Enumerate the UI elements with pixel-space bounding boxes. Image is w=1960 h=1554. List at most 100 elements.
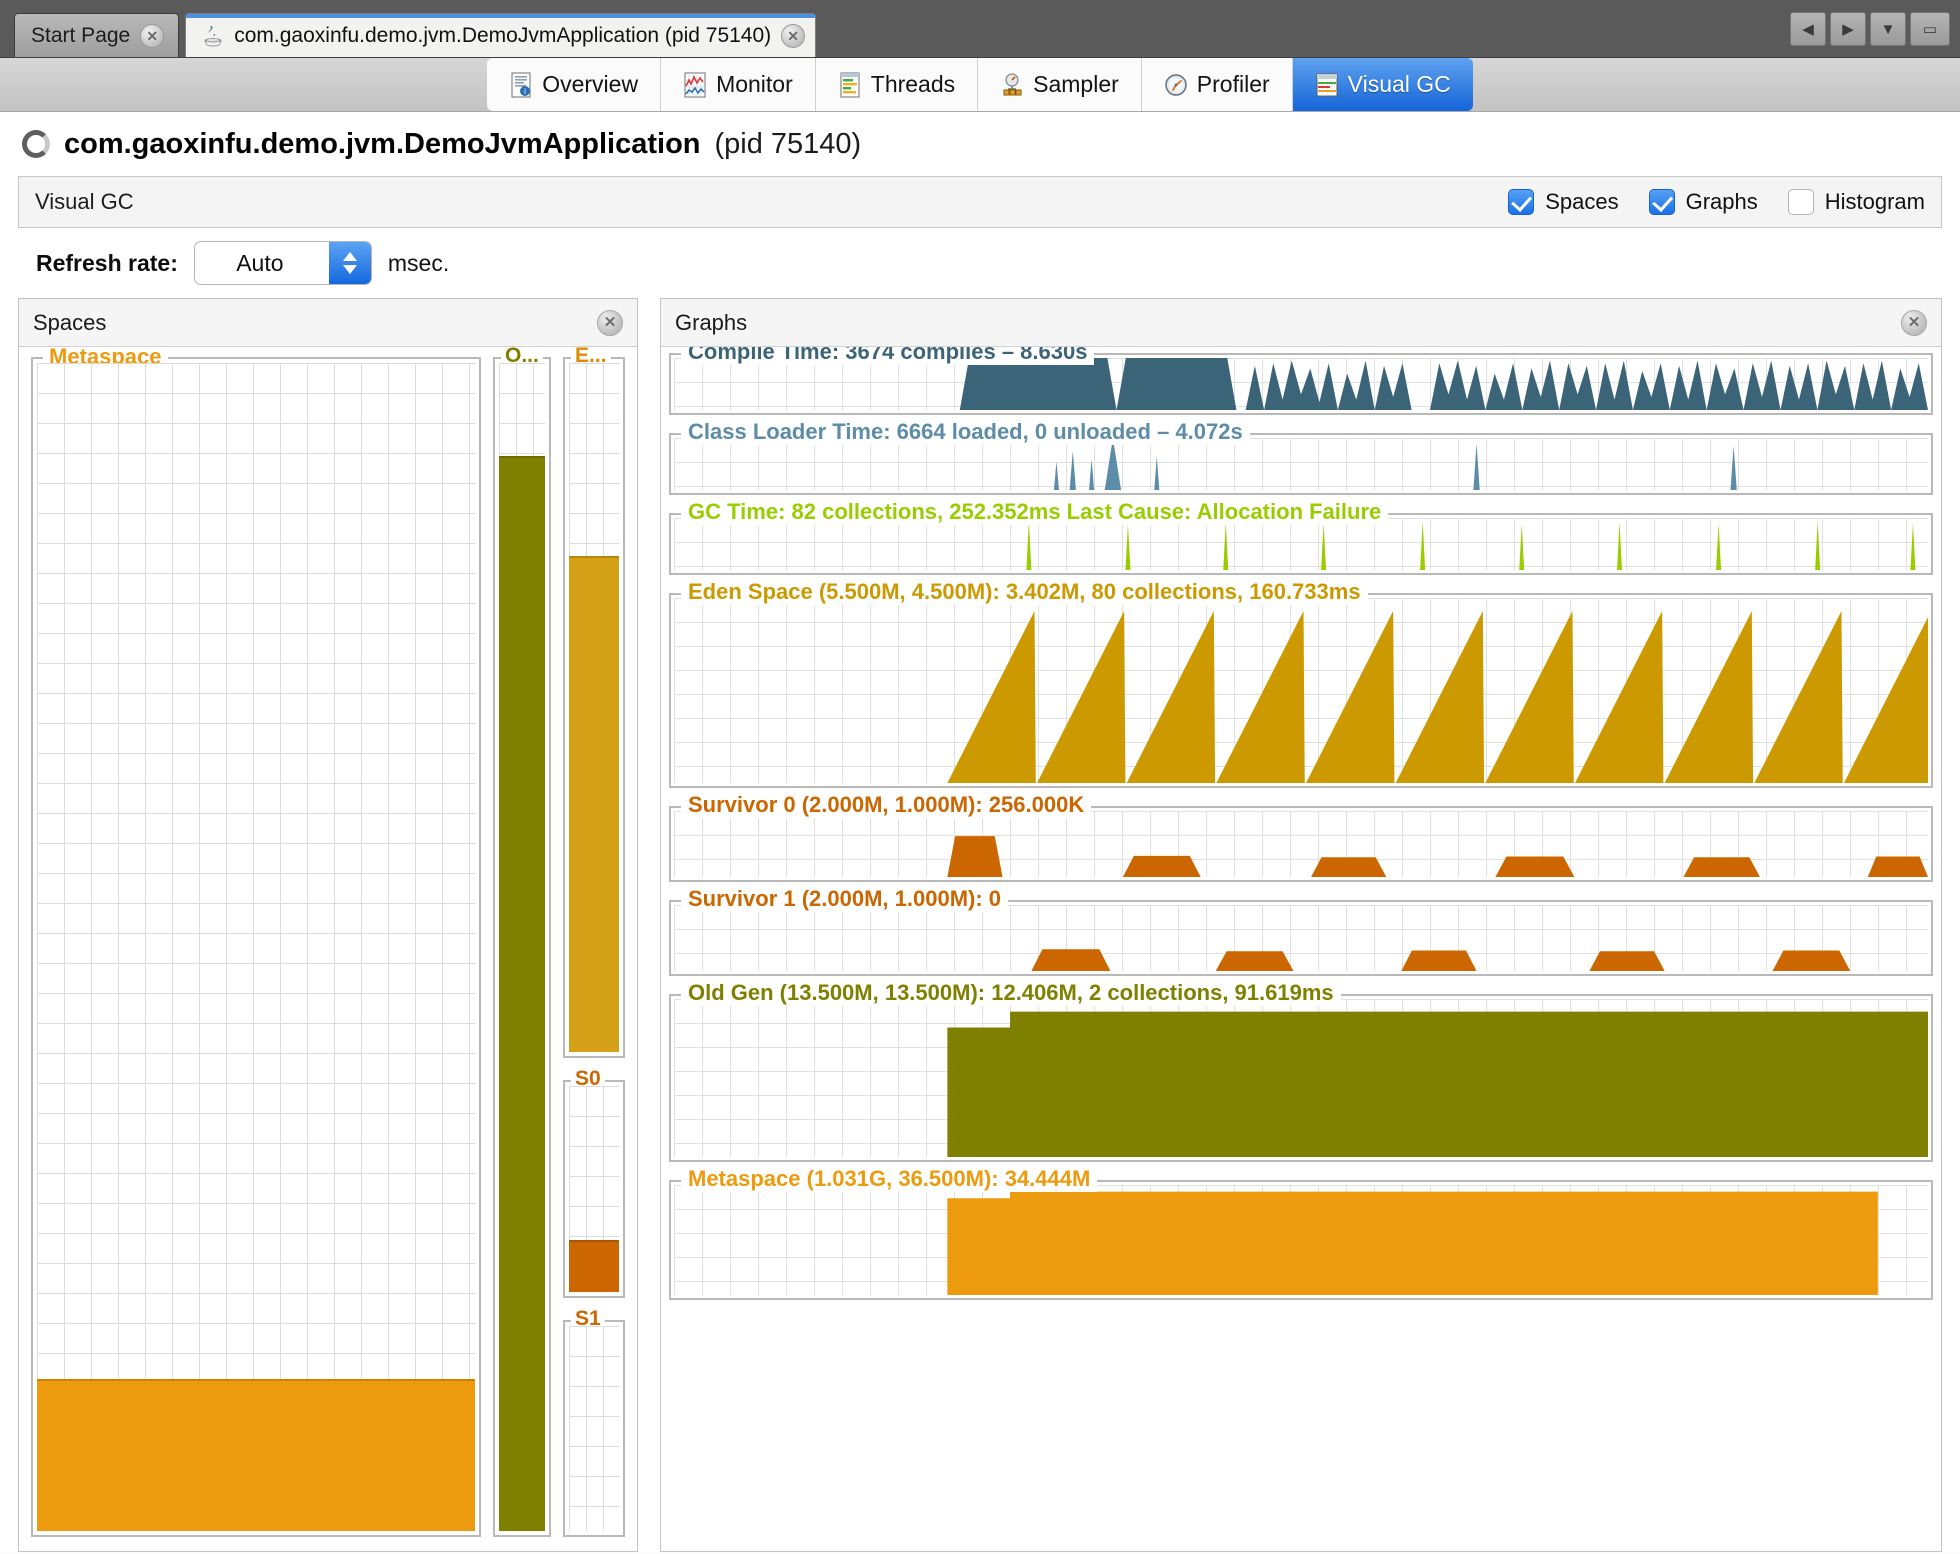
java-icon	[202, 24, 224, 48]
view-tab-bar: i Overview Monitor Threads Sampler Profi…	[0, 58, 1960, 112]
checkbox-label: Graphs	[1685, 189, 1758, 214]
document-tab-demojvmapplication[interactable]: com.gaoxinfu.demo.jvm.DemoJvmApplication…	[185, 13, 817, 57]
window-nav-buttons: ◀ ▶ ▼ ▭	[1790, 12, 1950, 46]
svg-text:i: i	[524, 87, 526, 96]
checkbox-spaces[interactable]: Spaces	[1508, 189, 1619, 215]
space-fill	[569, 1240, 619, 1292]
tab-label: Threads	[870, 71, 956, 97]
graph-plot	[674, 811, 1928, 877]
graph-title: Survivor 0 (2.000M, 1.000M): 256.000K	[681, 792, 1092, 818]
graph-survivor-0[interactable]: Survivor 0 (2.000M, 1.000M): 256.000K	[669, 792, 1933, 882]
sampler-icon	[1003, 73, 1022, 95]
graphs-panel: Graphs ✕ Compile Time: 3674 compiles – 8…	[660, 298, 1942, 1552]
graph-old-gen[interactable]: Old Gen (13.500M, 13.500M): 12.406M, 2 c…	[669, 980, 1933, 1162]
spaces-panel: Spaces ✕ Metaspace O... E... S0 S1	[18, 298, 638, 1552]
space-cell-old-gen[interactable]: O...	[493, 347, 551, 1537]
graphs-panel-title: Graphs	[675, 309, 748, 335]
refresh-rate-label: Refresh rate:	[36, 249, 178, 276]
graph-plot	[674, 598, 1928, 783]
graph-eden-space[interactable]: Eden Space (5.500M, 4.500M): 3.402M, 80 …	[669, 579, 1933, 788]
graph-title: Eden Space (5.500M, 4.500M): 3.402M, 80 …	[681, 579, 1368, 605]
tab-label: Overview	[542, 71, 639, 97]
checkbox-label: Histogram	[1824, 189, 1925, 214]
graph-class-loader-time[interactable]: Class Loader Time: 6664 loaded, 0 unload…	[669, 419, 1933, 495]
dropdown-icon[interactable]: ▼	[1870, 12, 1906, 46]
spaces-panel-body: Metaspace O... E... S0 S1	[19, 347, 637, 1551]
threads-icon	[840, 72, 860, 97]
graph-survivor-1[interactable]: Survivor 1 (2.000M, 1.000M): 0	[669, 886, 1933, 976]
checkbox-graphs[interactable]: Graphs	[1648, 189, 1758, 215]
spinner-icon	[22, 130, 50, 158]
graph-title: Survivor 1 (2.000M, 1.000M): 0	[681, 886, 1009, 912]
space-gauge	[569, 363, 619, 1053]
graphs-panel-header: Graphs ✕	[661, 299, 1941, 347]
space-cell-survivor-1[interactable]: S1	[563, 1306, 625, 1537]
graph-compile-time[interactable]: Compile Time: 3674 compiles – 8.630s	[669, 347, 1933, 415]
tab-label: Visual GC	[1347, 71, 1451, 97]
spaces-panel-header: Spaces ✕	[19, 299, 637, 347]
spaces-panel-title: Spaces	[33, 309, 107, 335]
refresh-rate-stepper[interactable]: Auto	[193, 241, 372, 285]
graph-plot	[674, 999, 1928, 1157]
space-fill	[569, 555, 619, 1053]
tab-profiler[interactable]: Profiler	[1141, 58, 1293, 111]
space-gauge	[37, 363, 475, 1531]
tab-sampler[interactable]: Sampler	[978, 58, 1142, 111]
tab-visual-gc[interactable]: Visual GC	[1292, 58, 1473, 111]
window-tab-strip: Start Page ✕ com.gaoxinfu.demo.jvm.DemoJ…	[0, 0, 1960, 58]
graph-title: Class Loader Time: 6664 loaded, 0 unload…	[681, 419, 1250, 445]
application-pid: (pid 75140)	[714, 127, 862, 160]
space-gauge	[499, 363, 545, 1531]
close-icon[interactable]: ✕	[1901, 309, 1927, 336]
stepper-arrows-icon[interactable]	[328, 242, 371, 284]
document-tab-start-page[interactable]: Start Page ✕	[14, 13, 180, 57]
tab-label: Sampler	[1033, 71, 1119, 97]
checkbox-icon[interactable]	[1787, 189, 1814, 215]
overview-icon: i	[511, 72, 531, 97]
graph-plot	[674, 518, 1928, 570]
visual-gc-options-bar: Visual GC Spaces Graphs Histogram	[18, 176, 1942, 228]
checkbox-histogram[interactable]: Histogram	[1787, 189, 1925, 215]
graph-title: Metaspace (1.031G, 36.500M): 34.444M	[681, 1166, 1098, 1192]
tab-threads[interactable]: Threads	[815, 58, 979, 111]
options-caption: Visual GC	[35, 189, 134, 214]
refresh-rate-row: Refresh rate: Auto msec.	[0, 228, 1960, 298]
checkbox-icon[interactable]	[1508, 189, 1535, 215]
close-icon[interactable]: ✕	[781, 23, 806, 48]
graph-title: Compile Time: 3674 compiles – 8.630s	[681, 347, 1095, 365]
profiler-icon	[1165, 73, 1187, 96]
visualgc-icon	[1316, 73, 1338, 96]
tab-monitor[interactable]: Monitor	[661, 58, 816, 111]
close-icon[interactable]: ✕	[140, 23, 165, 48]
space-fill	[37, 1379, 475, 1531]
document-tab-label: com.gaoxinfu.demo.jvm.DemoJvmApplication…	[234, 23, 772, 47]
space-cell-eden[interactable]: E...	[563, 347, 625, 1059]
close-icon[interactable]: ✕	[597, 309, 623, 336]
prev-icon[interactable]: ◀	[1790, 12, 1826, 46]
main-split: Spaces ✕ Metaspace O... E... S0 S1 Graph…	[0, 298, 1960, 1552]
graph-plot	[674, 1185, 1928, 1295]
refresh-rate-value: Auto	[236, 249, 284, 276]
graph-plot	[674, 358, 1928, 410]
document-tab-label: Start Page	[31, 23, 131, 47]
graph-plot	[674, 438, 1928, 490]
tab-overview[interactable]: i Overview	[487, 58, 662, 111]
graphs-list: Compile Time: 3674 compiles – 8.630s Cla…	[661, 347, 1941, 1551]
space-cell-survivor-0[interactable]: S0	[563, 1067, 625, 1298]
tab-label: Profiler	[1196, 71, 1270, 97]
application-name: com.gaoxinfu.demo.jvm.DemoJvmApplication	[64, 127, 701, 160]
checkbox-icon[interactable]	[1648, 189, 1675, 215]
next-icon[interactable]: ▶	[1830, 12, 1866, 46]
checkbox-label: Spaces	[1545, 189, 1619, 214]
space-gauge	[569, 1325, 619, 1531]
space-cell-metaspace[interactable]: Metaspace	[31, 347, 481, 1537]
space-gauge	[569, 1086, 619, 1292]
tab-label: Monitor	[716, 71, 793, 97]
graph-title: Old Gen (13.500M, 13.500M): 12.406M, 2 c…	[681, 980, 1341, 1006]
space-fill	[499, 456, 545, 1531]
refresh-rate-unit: msec.	[387, 249, 450, 276]
maximize-icon[interactable]: ▭	[1910, 12, 1950, 46]
graph-metaspace[interactable]: Metaspace (1.031G, 36.500M): 34.444M	[669, 1166, 1933, 1300]
graph-plot	[674, 905, 1928, 971]
graph-gc-time[interactable]: GC Time: 82 collections, 252.352ms Last …	[669, 499, 1933, 575]
